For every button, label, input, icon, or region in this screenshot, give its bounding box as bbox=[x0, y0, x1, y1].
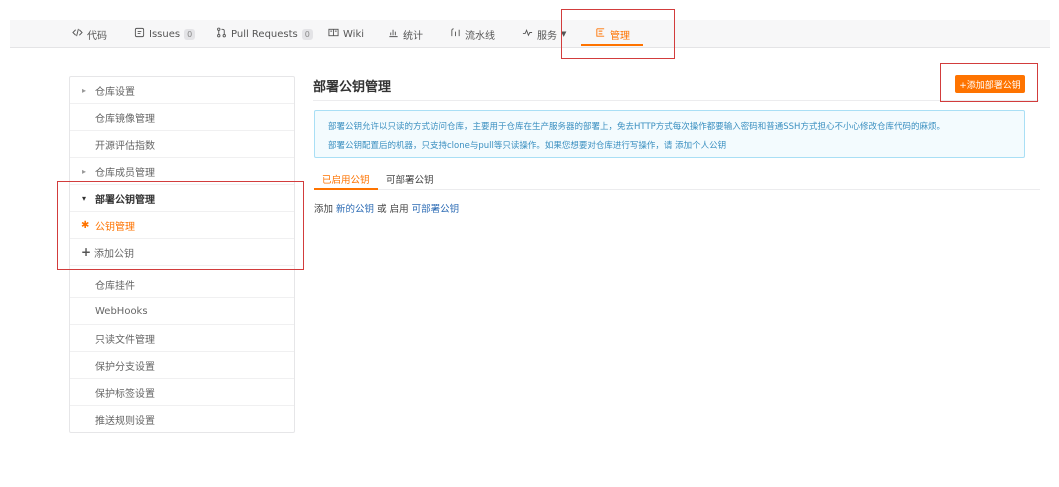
sidebar-item-label: 保护分支设置 bbox=[95, 361, 155, 373]
settings-sidebar: ▸ 仓库设置 仓库镜像管理 开源评估指数 ▸ 仓库成员管理 ▾ 部署公钥管理 ✱… bbox=[69, 76, 295, 433]
sidebar-item-label: 添加公钥 bbox=[94, 248, 134, 260]
hint-middle: 或 启用 bbox=[377, 204, 409, 215]
bar-chart-icon bbox=[388, 27, 399, 41]
caret-down-icon: ▼ bbox=[561, 30, 567, 38]
sidebar-item-repo-members[interactable]: ▸ 仓库成员管理 bbox=[70, 158, 294, 185]
sidebar-item-label: 保护标签设置 bbox=[95, 388, 155, 400]
add-deploy-key-button[interactable]: +添加部署公钥 bbox=[955, 75, 1025, 93]
tab-enabled-keys[interactable]: 已启用公钥 bbox=[322, 172, 370, 186]
sidebar-item-label: 只读文件管理 bbox=[95, 334, 155, 346]
pr-count-badge: 0 bbox=[301, 28, 313, 40]
sidebar-item-repo-settings[interactable]: ▸ 仓库设置 bbox=[70, 77, 294, 104]
info-notice: 部署公钥允许以只读的方式访问仓库，主要用于仓库在生产服务器的部署上，免去HTTP… bbox=[314, 110, 1025, 158]
tab-code[interactable]: 代码 bbox=[72, 20, 107, 48]
tab-wiki[interactable]: Wiki bbox=[328, 20, 364, 48]
sidebar-item-label: 仓库镜像管理 bbox=[95, 113, 155, 125]
sidebar-item-push-rules[interactable]: 推送规则设置 bbox=[70, 406, 294, 433]
tab-stats-label: 统计 bbox=[403, 30, 423, 42]
new-key-link[interactable]: 新的公钥 bbox=[336, 204, 374, 215]
issues-count-badge: 0 bbox=[184, 28, 196, 40]
tab-services-dropdown[interactable]: 服务 ▼ bbox=[522, 20, 566, 48]
tab-code-label: 代码 bbox=[87, 30, 107, 42]
hint-prefix: 添加 bbox=[314, 204, 334, 215]
tab-manage-label: 管理 bbox=[610, 30, 630, 42]
info-text-line-2: 部署公钥配置后的机器，只支持clone与pull等只读操作。如果您想要对仓库进行… bbox=[328, 141, 727, 151]
plus-icon: + bbox=[81, 245, 92, 259]
active-subtab-indicator bbox=[314, 188, 378, 190]
sidebar-item-oss-eval[interactable]: 开源评估指数 bbox=[70, 131, 294, 158]
deployable-key-link[interactable]: 可部署公钥 bbox=[412, 204, 460, 215]
issues-icon bbox=[134, 27, 145, 41]
sidebar-item-label: 仓库设置 bbox=[95, 86, 135, 98]
tab-deployable-keys[interactable]: 可部署公钥 bbox=[386, 172, 434, 186]
sidebar-item-readonly-files[interactable]: 只读文件管理 bbox=[70, 325, 294, 352]
sidebar-item-label: 部署公钥管理 bbox=[95, 194, 155, 206]
tab-pull-requests-label: Pull Requests bbox=[231, 28, 298, 40]
sidebar-item-label: 开源评估指数 bbox=[95, 140, 155, 152]
sidebar-item-protected-branches[interactable]: 保护分支设置 bbox=[70, 352, 294, 379]
tab-pipeline-label: 流水线 bbox=[465, 30, 495, 42]
sidebar-item-label: 推送规则设置 bbox=[95, 416, 155, 427]
pull-request-icon bbox=[216, 27, 227, 41]
code-icon bbox=[72, 27, 83, 41]
caret-down-icon: ▾ bbox=[82, 193, 87, 203]
caret-right-icon: ▸ bbox=[82, 166, 87, 176]
caret-right-icon: ▸ bbox=[82, 85, 87, 95]
gear-icon: ✱ bbox=[81, 219, 90, 231]
sidebar-item-label: 公钥管理 bbox=[95, 221, 135, 233]
pipeline-icon bbox=[450, 27, 461, 41]
tab-services-label: 服务 bbox=[537, 30, 557, 42]
sidebar-item-webhooks[interactable]: WebHooks bbox=[70, 298, 294, 325]
page-title: 部署公钥管理 bbox=[313, 80, 392, 95]
repo-nav-bar: 代码 Issues 0 Pull Requests 0 Wiki 统计 流水线 bbox=[10, 20, 1050, 48]
tab-pull-requests[interactable]: Pull Requests 0 bbox=[216, 20, 313, 48]
sidebar-item-label: 仓库成员管理 bbox=[95, 167, 155, 179]
tab-stats[interactable]: 统计 bbox=[388, 20, 423, 48]
sidebar-item-add-key[interactable]: + 添加公钥 bbox=[70, 239, 294, 266]
tab-issues[interactable]: Issues 0 bbox=[134, 20, 196, 48]
info-text-line-1: 部署公钥允许以只读的方式访问仓库，主要用于仓库在生产服务器的部署上，免去HTTP… bbox=[328, 122, 945, 132]
tab-wiki-label: Wiki bbox=[343, 28, 365, 40]
title-divider bbox=[313, 100, 1039, 101]
sidebar-item-protected-tags[interactable]: 保护标签设置 bbox=[70, 379, 294, 406]
sidebar-item-repo-mirror[interactable]: 仓库镜像管理 bbox=[70, 104, 294, 131]
manage-icon bbox=[595, 27, 606, 41]
empty-state-hint: 添加 新的公钥 或 启用 可部署公钥 bbox=[314, 201, 459, 215]
sidebar-item-label: 仓库挂件 bbox=[95, 280, 135, 292]
tab-issues-label: Issues bbox=[149, 28, 181, 40]
sidebar-item-repo-plugins[interactable]: 仓库挂件 bbox=[70, 271, 294, 298]
book-icon bbox=[328, 27, 339, 41]
sidebar-group-deploy-keys[interactable]: ▾ 部署公钥管理 bbox=[70, 185, 294, 212]
active-tab-indicator bbox=[581, 44, 643, 46]
tabs-divider bbox=[314, 189, 1040, 190]
tab-pipeline[interactable]: 流水线 bbox=[450, 20, 495, 48]
sidebar-item-key-manage[interactable]: ✱ 公钥管理 bbox=[70, 212, 294, 239]
sidebar-item-label: WebHooks bbox=[95, 305, 148, 317]
pulse-icon bbox=[522, 27, 533, 41]
